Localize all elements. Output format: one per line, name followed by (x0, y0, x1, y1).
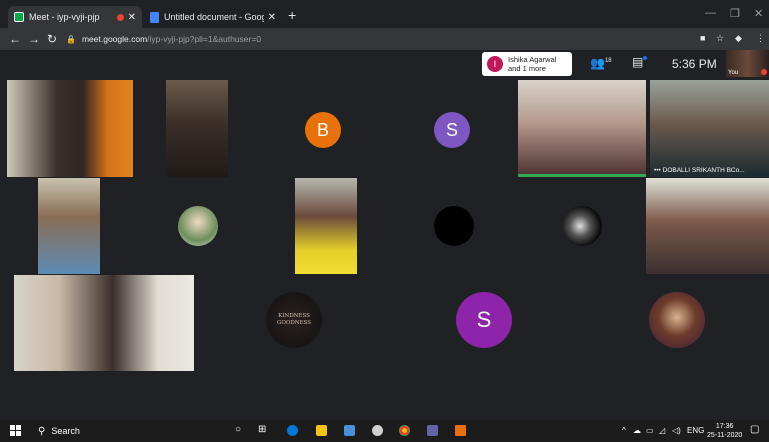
teams-icon[interactable] (427, 425, 438, 436)
taskbar-date: 25-11-2020 (707, 432, 743, 439)
chat-icon: ▤ (632, 55, 644, 69)
task-view-icon[interactable]: ⊞ (258, 424, 266, 435)
participant-avatar-image[interactable] (178, 206, 218, 246)
participant-initial-avatar[interactable]: S (456, 292, 512, 348)
meet-favicon-icon (14, 12, 24, 22)
taskbar-time: 17:36 (715, 423, 734, 430)
url-host: meet.google.com (81, 34, 148, 44)
avatar-caption: KINDNESS GOODNESS (276, 313, 312, 326)
new-tab-button[interactable]: + (288, 7, 296, 23)
volume-icon[interactable]: ◁) (672, 426, 681, 435)
url-field[interactable]: 🔒 meet.google.com /iyp-vyji-pjp?pli=1&au… (66, 31, 686, 47)
windows-start-icon[interactable] (10, 425, 21, 436)
participant-avatar-image[interactable] (649, 292, 705, 348)
participant-video-tile[interactable] (518, 80, 646, 177)
participant-avatar-image[interactable] (434, 206, 474, 246)
notification-icon[interactable]: ▢ (750, 424, 759, 435)
url-path: /iyp-vyji-pjp?pli=1&authuser=0 (147, 34, 262, 44)
presenter-name: Ishika Agarwal (508, 55, 557, 64)
extension-icon[interactable]: ◆ (735, 33, 742, 44)
chrome-icon[interactable] (399, 425, 410, 436)
participant-avatar-image[interactable] (562, 206, 602, 246)
camera-permission-icon[interactable]: ■ (700, 33, 705, 43)
participant-initial-avatar[interactable]: S (434, 112, 470, 148)
tab-docs[interactable]: Untitled document - Google Do ✕ (144, 6, 282, 28)
participant-video-tile[interactable] (14, 275, 194, 371)
docs-favicon-icon (150, 11, 159, 23)
taskbar-search-box[interactable]: ⚲ Search (30, 420, 220, 442)
wifi-icon[interactable]: ◿ (659, 426, 665, 435)
participant-initial-avatar[interactable]: B (305, 112, 341, 148)
taskbar-clock[interactable]: 17:36 25-11-2020 (707, 422, 742, 440)
file-explorer-icon[interactable] (316, 425, 327, 436)
lock-icon: 🔒 (66, 34, 76, 44)
tray-chevron-icon[interactable]: ^ (622, 426, 626, 435)
participant-video-tile[interactable] (295, 178, 357, 274)
close-window-icon[interactable]: ✕ (754, 7, 763, 20)
edge-icon[interactable] (287, 425, 298, 436)
self-view-tile[interactable]: You (726, 50, 769, 77)
maximize-icon[interactable]: ❐ (730, 7, 740, 20)
people-icon: 👥 (590, 56, 605, 70)
address-bar-row: ← → ↻ 🔒 meet.google.com /iyp-vyji-pjp?pl… (0, 28, 769, 50)
windows-taskbar: ⚲ Search ○ ⊞ ^ ☁ ▭ ◿ ◁) ENG 17:36 25-11-… (0, 420, 769, 442)
taskbar-search-label: Search (51, 426, 80, 436)
tab-docs-title: Untitled document - Google Do (164, 12, 264, 22)
store-icon[interactable] (344, 425, 355, 436)
mic-off-icon (761, 69, 767, 75)
participant-video-tile[interactable] (166, 80, 228, 177)
presenter-more: and 1 more (508, 64, 546, 73)
browser-menu-icon[interactable]: ⋮ (756, 33, 765, 44)
dell-icon[interactable] (372, 425, 383, 436)
speaking-indicator (518, 174, 646, 177)
recording-indicator-icon (116, 13, 124, 21)
meet-top-bar: I Ishika Agarwal and 1 more 👥18 ▤ 5:36 P… (0, 50, 769, 78)
participant-video-tile[interactable] (38, 178, 100, 274)
language-indicator[interactable]: ENG (687, 426, 704, 435)
presenter-avatar: I (487, 56, 503, 72)
meeting-clock: 5:36 PM (672, 57, 717, 71)
tab-meet-title: Meet - iyp-vyji-pjp (29, 12, 100, 22)
battery-icon[interactable]: ▭ (646, 426, 654, 435)
onedrive-icon[interactable]: ☁ (633, 426, 641, 435)
participant-video-tile[interactable]: ••• DOBALLI SRIKANTH BCo... (650, 80, 769, 177)
minimize-icon[interactable]: — (705, 7, 716, 19)
tab-meet[interactable]: Meet - iyp-vyji-pjp ✕ (8, 6, 142, 28)
search-icon: ⚲ (38, 425, 46, 437)
close-tab-icon[interactable]: ✕ (268, 12, 276, 23)
presenting-chip[interactable]: I Ishika Agarwal and 1 more (482, 52, 572, 76)
meet-call-area: I Ishika Agarwal and 1 more 👥18 ▤ 5:36 P… (0, 50, 769, 414)
chat-notification-dot (643, 56, 647, 60)
forward-arrow-icon[interactable]: → (28, 32, 40, 46)
bookmark-star-icon[interactable]: ☆ (716, 33, 724, 44)
chat-button[interactable]: ▤ (632, 55, 643, 69)
participant-avatar-image[interactable]: KINDNESS GOODNESS (266, 292, 322, 348)
reload-icon[interactable]: ↻ (47, 32, 57, 46)
participant-video-tile[interactable] (7, 80, 133, 177)
more-options-icon[interactable]: ••• (654, 167, 661, 174)
active-app-icon[interactable] (455, 425, 466, 436)
participant-video-tile[interactable] (646, 178, 769, 274)
back-arrow-icon[interactable]: ← (9, 32, 21, 46)
people-button[interactable]: 👥18 (590, 56, 612, 70)
close-tab-icon[interactable]: ✕ (128, 12, 136, 23)
people-count: 18 (604, 58, 612, 64)
self-view-label: You (728, 70, 739, 76)
participant-name-label: ••• DOBALLI SRIKANTH BCo... (654, 167, 745, 174)
browser-tab-bar: Meet - iyp-vyji-pjp ✕ Untitled document … (0, 0, 769, 28)
cortana-icon[interactable]: ○ (235, 424, 241, 435)
